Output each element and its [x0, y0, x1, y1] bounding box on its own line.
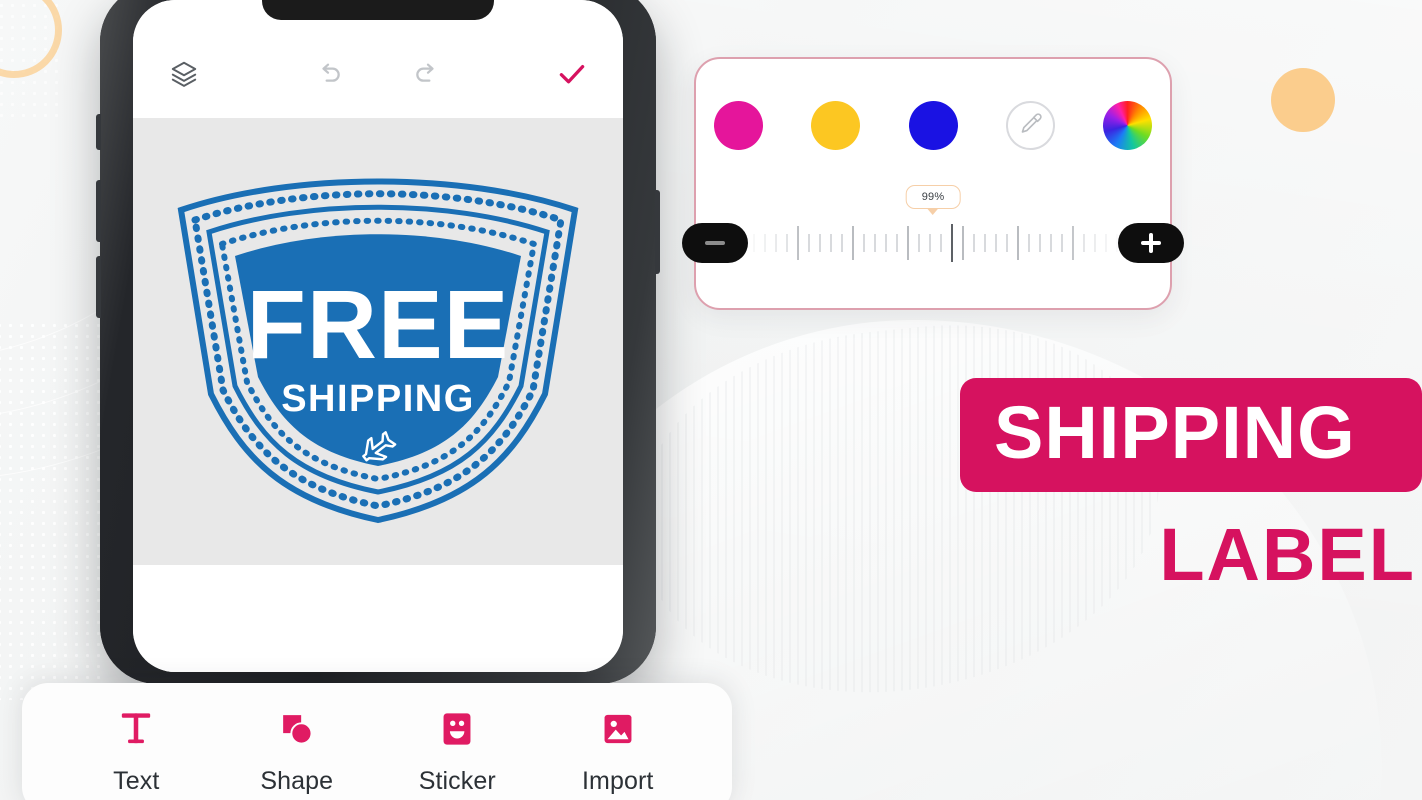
- phone-power-button: [655, 190, 660, 274]
- redo-button[interactable]: [405, 51, 451, 97]
- ruler-tick: [1017, 226, 1019, 260]
- ruler-tick: [1105, 234, 1107, 252]
- phone-screen: FREE SHIPPING: [133, 0, 623, 672]
- color-swatch-row: [696, 101, 1170, 150]
- plus-icon-vertical: [1149, 233, 1153, 253]
- editor-canvas[interactable]: FREE SHIPPING: [133, 118, 623, 565]
- tool-sticker[interactable]: Sticker: [382, 707, 532, 796]
- background-dot-grid-left: [0, 320, 106, 700]
- undo-icon: [312, 58, 344, 90]
- phone-volume-down-button: [96, 256, 101, 318]
- shield-badge-svg: FREE SHIPPING: [177, 178, 579, 523]
- phone-mute-switch: [96, 114, 101, 150]
- layers-button[interactable]: [161, 51, 207, 97]
- ruler-tick: [841, 234, 843, 252]
- color-swatch-yellow[interactable]: [811, 101, 861, 150]
- ruler-tick: [830, 234, 832, 252]
- ruler-tick: [940, 234, 942, 252]
- tool-label: Sticker: [418, 767, 496, 795]
- tool-text[interactable]: Text: [61, 707, 211, 796]
- ruler-tick: [885, 234, 887, 252]
- text-tool-icon: [119, 707, 153, 751]
- slider-value-tooltip: 99%: [905, 185, 961, 209]
- tool-label: Text: [113, 767, 160, 795]
- size-slider[interactable]: [682, 215, 1184, 271]
- color-swatch-magenta[interactable]: [714, 101, 763, 150]
- color-wheel-button[interactable]: [1103, 101, 1152, 150]
- bottom-tool-sheet: Text Shape Sticker Import: [22, 683, 732, 800]
- ruler-tick: [1094, 234, 1096, 252]
- ruler-tick: [852, 226, 854, 260]
- phone-volume-up-button: [96, 180, 101, 242]
- ruler-tick: [984, 234, 986, 252]
- tool-import[interactable]: Import: [543, 707, 693, 796]
- ruler-tick: [918, 234, 920, 252]
- brand-title: SHIPPING: [994, 391, 1356, 474]
- screenshot-root: FREE SHIPPING Text Shape Sticker Import …: [0, 0, 1422, 800]
- redo-icon: [412, 58, 444, 90]
- slider-ruler-ticks[interactable]: [742, 223, 1124, 263]
- layers-icon: [169, 59, 199, 89]
- color-swatch-blue[interactable]: [908, 101, 958, 150]
- ruler-tick: [1039, 234, 1041, 252]
- ruler-tick: [1061, 234, 1063, 252]
- ruler-tick: [962, 226, 964, 260]
- phone-mockup: FREE SHIPPING: [96, 0, 660, 684]
- minus-icon: [705, 241, 725, 245]
- brand-title-pill: SHIPPING: [960, 378, 1422, 492]
- ruler-tick: [1083, 234, 1085, 252]
- ruler-tick: [1072, 226, 1074, 260]
- brand-subtitle: LABEL: [1159, 513, 1416, 596]
- ruler-tick: [907, 226, 909, 260]
- ruler-tick: [764, 234, 766, 252]
- ruler-tick: [753, 234, 755, 252]
- sticker-tool-icon: [440, 707, 474, 751]
- ruler-tick: [786, 234, 788, 252]
- ruler-tick: [775, 234, 777, 252]
- ruler-tick: [973, 234, 975, 252]
- import-image-icon: [601, 707, 635, 751]
- svg-text:FREE: FREE: [247, 270, 510, 379]
- branding-block: SHIPPING LABEL: [952, 378, 1422, 592]
- ruler-tick: [995, 234, 997, 252]
- ruler-tick: [863, 234, 865, 252]
- canvas-lower-area: [133, 565, 623, 672]
- shape-tool-icon: [279, 707, 315, 751]
- phone-notch: [262, 0, 494, 20]
- svg-text:SHIPPING: SHIPPING: [281, 378, 475, 420]
- tool-label: Shape: [260, 767, 334, 795]
- eyedropper-icon: [1018, 111, 1043, 141]
- check-icon: [555, 57, 589, 91]
- eyedropper-button[interactable]: [1005, 101, 1055, 150]
- ruler-tick: [1050, 234, 1052, 252]
- increase-button[interactable]: [1118, 223, 1184, 263]
- ruler-tick: [1006, 234, 1008, 252]
- confirm-button[interactable]: [549, 51, 595, 97]
- undo-button[interactable]: [305, 51, 351, 97]
- ruler-tick: [819, 234, 821, 252]
- decrease-button[interactable]: [682, 223, 748, 263]
- tool-label: Import: [582, 767, 654, 795]
- ruler-tick: [797, 226, 799, 260]
- ruler-tick: [896, 234, 898, 252]
- ruler-tick: [951, 224, 953, 262]
- background-circle-decoration: [1271, 68, 1335, 132]
- badge-artwork[interactable]: FREE SHIPPING: [173, 158, 583, 526]
- color-picker-panel: 99%: [682, 57, 1184, 310]
- ruler-tick: [929, 234, 931, 252]
- ruler-tick: [874, 234, 876, 252]
- ruler-tick: [808, 234, 810, 252]
- tool-shape[interactable]: Shape: [222, 707, 372, 796]
- ruler-tick: [1028, 234, 1030, 252]
